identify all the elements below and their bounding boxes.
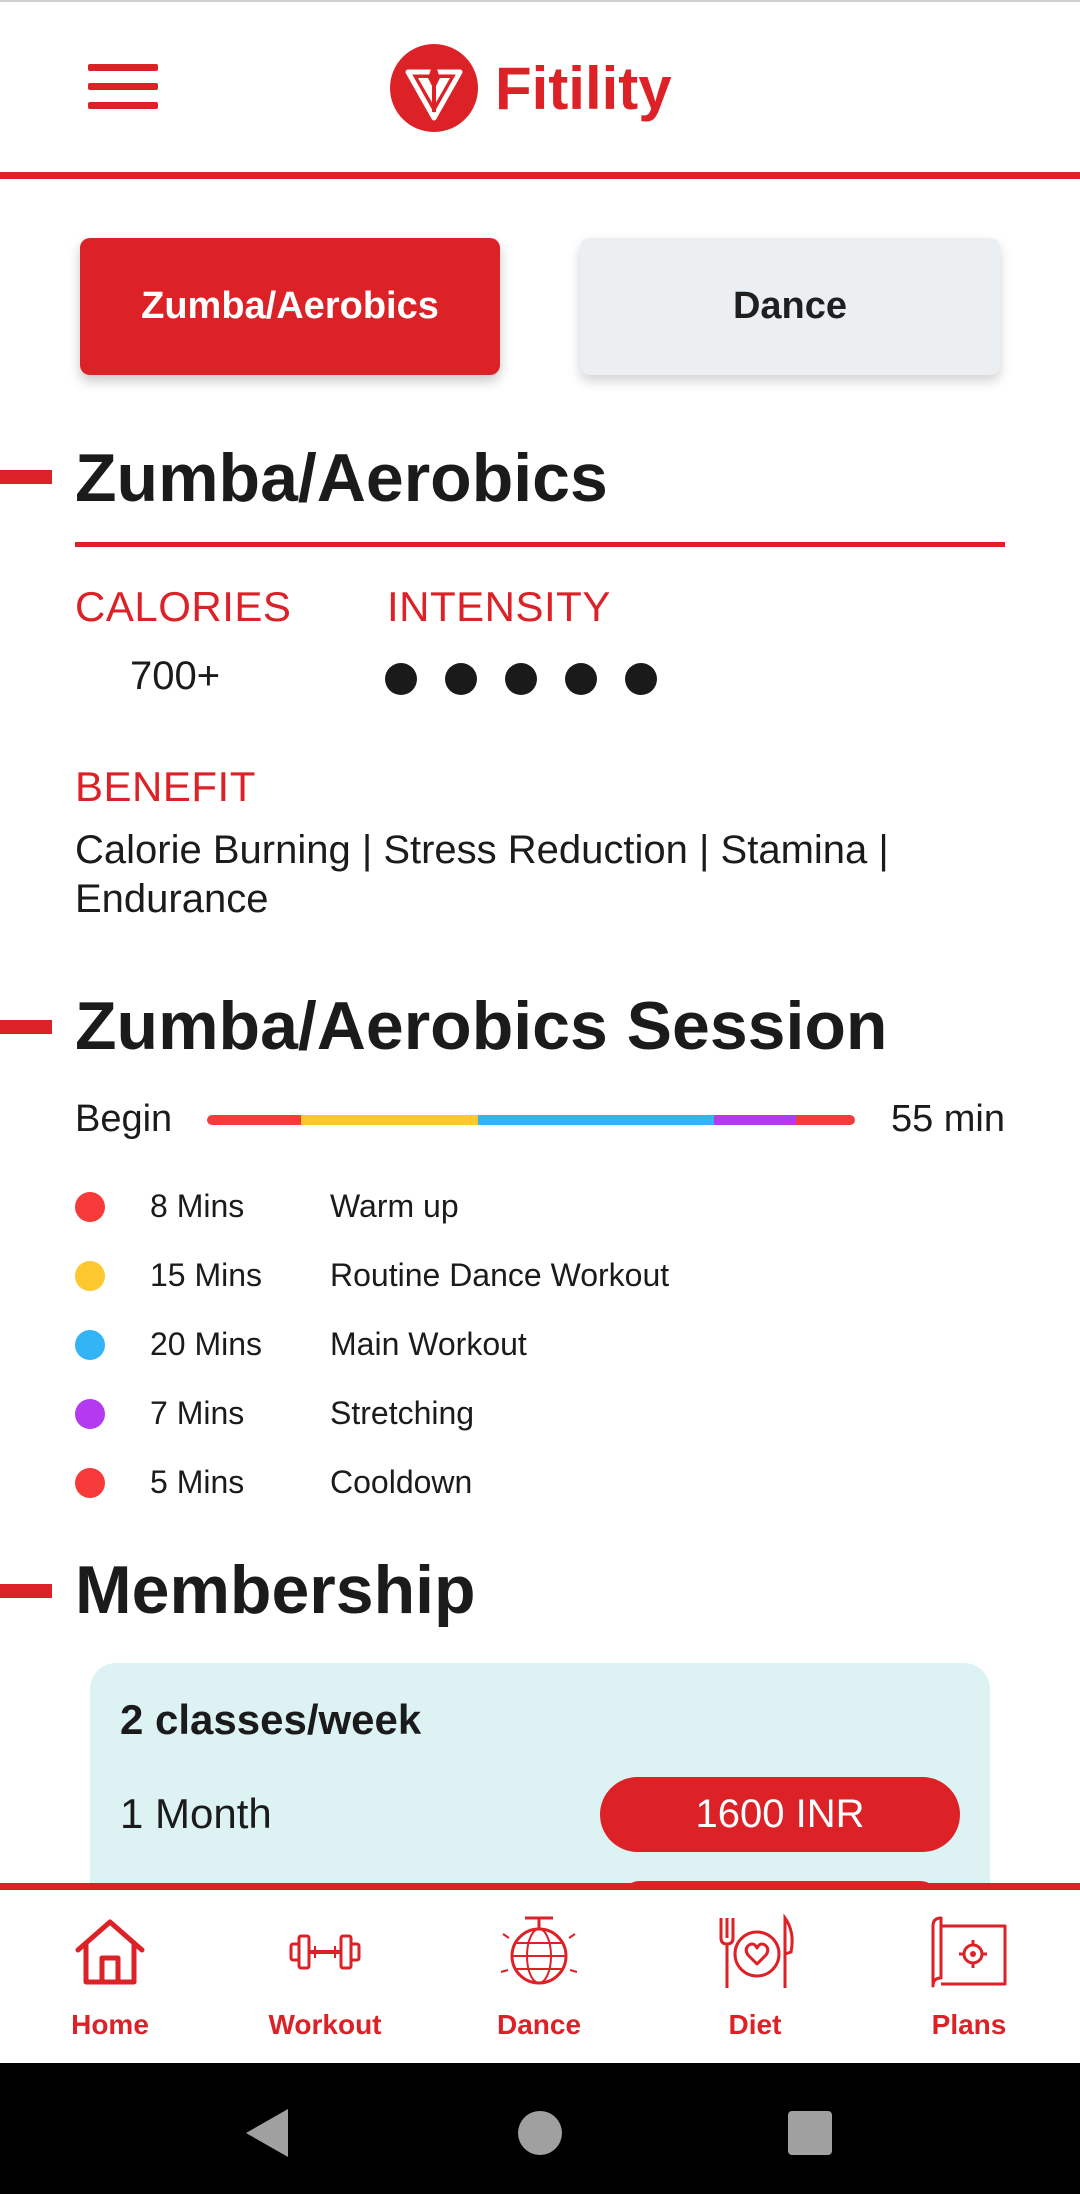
nav-label-diet: Diet — [728, 2009, 782, 2040]
session-title: Zumba/Aerobics Session — [75, 988, 888, 1064]
segment-color-dot — [75, 1330, 105, 1360]
tab-zumba-aerobics[interactable]: Zumba/Aerobics — [80, 238, 500, 375]
section-marker — [0, 470, 52, 484]
nav-plans[interactable]: Plans — [894, 1912, 1044, 2052]
segment-name: Cooldown — [330, 1464, 473, 1500]
segment-duration: 15 Mins — [150, 1257, 263, 1293]
timeline-end-label: 55 min — [890, 1098, 1005, 1140]
session-segment-row: 7 Mins Stretching — [75, 1387, 1005, 1456]
overview-title: Zumba/Aerobics — [75, 440, 608, 516]
home-icon — [75, 1919, 145, 1985]
intensity-label: INTENSITY — [387, 583, 611, 630]
nav-home[interactable]: Home — [35, 1912, 185, 2052]
nav-diet[interactable]: Diet — [680, 1912, 830, 2052]
session-segment-row: 8 Mins Warm up — [75, 1180, 1005, 1249]
intensity-dot — [625, 663, 657, 695]
timeline-segment — [796, 1115, 855, 1125]
price-button[interactable]: 1600 INR — [600, 1777, 960, 1852]
system-navigation-bar — [0, 2063, 1080, 2194]
nav-label-dance: Dance — [496, 2009, 582, 2040]
timeline-segment — [713, 1115, 797, 1125]
intensity-dot — [505, 663, 537, 695]
timeline-begin-label: Begin — [75, 1098, 173, 1140]
session-timeline-bar — [207, 1115, 855, 1125]
plate-heart-icon — [719, 1913, 794, 1988]
intensity-rating — [385, 663, 657, 695]
intensity-dot — [565, 663, 597, 695]
timeline-segment — [301, 1115, 478, 1125]
segment-name: Routine Dance Workout — [330, 1257, 670, 1293]
membership-title: Membership — [75, 1552, 476, 1628]
tab-dance[interactable]: Dance — [580, 238, 1000, 375]
section-marker — [0, 1020, 52, 1034]
dumbbell-icon — [289, 1934, 361, 1970]
calories-value: 700+ — [130, 654, 221, 698]
segment-duration: 5 Mins — [150, 1464, 245, 1500]
segment-duration: 20 Mins — [150, 1326, 263, 1362]
benefit-label: BENEFIT — [75, 763, 256, 810]
session-segment-row: 15 Mins Routine Dance Workout — [75, 1249, 1005, 1318]
segment-name: Warm up — [330, 1188, 459, 1224]
section-marker — [0, 1584, 52, 1598]
recents-square-icon[interactable] — [780, 2103, 840, 2163]
session-segment-row: 5 Mins Cooldown — [75, 1456, 1005, 1525]
intensity-dot — [385, 663, 417, 695]
bottom-navigation: Home Workout Dance Diet Plans — [0, 1883, 1080, 2063]
segment-name: Main Workout — [330, 1326, 527, 1362]
nav-dance[interactable]: Dance — [464, 1912, 614, 2052]
hamburger-menu-icon[interactable] — [88, 62, 158, 112]
fitility-logo-icon — [390, 44, 478, 132]
segment-color-dot — [75, 1468, 105, 1498]
nav-workout[interactable]: Workout — [250, 1912, 400, 2052]
membership-plan-card: 2 classes/week 1 Month 1600 INR — [90, 1663, 990, 1911]
home-circle-icon[interactable] — [510, 2103, 570, 2163]
benefit-text: Calorie Burning | Stress Reduction | Sta… — [75, 828, 889, 921]
back-icon[interactable] — [238, 2103, 298, 2163]
title-underline — [75, 542, 1005, 547]
header-divider — [0, 172, 1080, 179]
brand-name: Fitility — [495, 55, 672, 122]
nav-label-workout: Workout — [268, 2009, 382, 2040]
segment-color-dot — [75, 1261, 105, 1291]
session-segment-row: 20 Mins Main Workout — [75, 1318, 1005, 1387]
nav-label-home: Home — [71, 2009, 149, 2040]
disco-ball-icon — [500, 1916, 578, 1985]
nav-label-plans: Plans — [931, 2009, 1007, 2040]
plan-title: 2 classes/week — [120, 1696, 422, 1743]
timeline-segment — [477, 1115, 714, 1125]
session-segment-list: 8 Mins Warm up 15 Mins Routine Dance Workou… — [75, 1180, 1005, 1525]
calories-label: CALORIES — [75, 583, 292, 630]
app-header: Fitility — [0, 0, 1080, 179]
segment-name: Stretching — [330, 1395, 475, 1431]
segment-duration: 7 Mins — [150, 1395, 245, 1431]
intensity-dot — [445, 663, 477, 695]
segment-duration: 8 Mins — [150, 1188, 245, 1224]
blueprint-gear-icon — [931, 1916, 1007, 1988]
timeline-segment — [207, 1115, 302, 1125]
segment-color-dot — [75, 1399, 105, 1429]
segment-color-dot — [75, 1192, 105, 1222]
plan-duration: 1 Month — [120, 1790, 272, 1837]
